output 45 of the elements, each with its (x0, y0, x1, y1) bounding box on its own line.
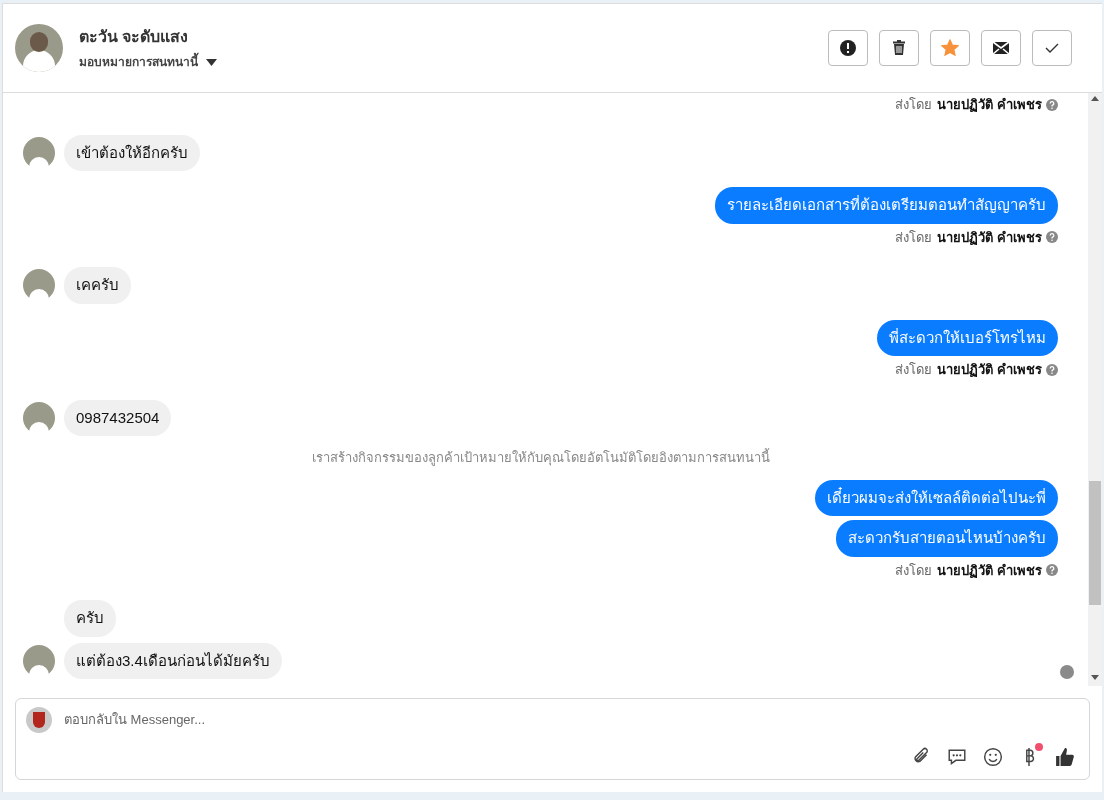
sent-message: พี่สะดวกให้เบอร์โทรไหม (877, 319, 1058, 356)
contact-name: ตะวัน จะดับแสง (79, 27, 190, 47)
sent-message: รายละเอียดเอกสารที่ต้องเตรียมตอนทำสัญญาครับ (715, 187, 1058, 224)
reply-input[interactable]: ตอบกลับใน Messenger... (64, 710, 1079, 730)
sent-by-label: ส่งโดย (895, 361, 933, 379)
alert-icon (840, 40, 856, 56)
done-button[interactable] (1032, 30, 1072, 66)
sent-message: เดี๋ยวผมจะส่งให้เซลล์ติดต่อไปนะพี่ (815, 479, 1058, 516)
received-message: เคครับ (64, 267, 131, 304)
check-icon (1045, 43, 1059, 53)
chat-bubble-icon (947, 747, 967, 767)
emoji-icon (983, 747, 1003, 767)
reply-box[interactable]: ตอบกลับใน Messenger... (15, 698, 1090, 780)
sent-message: สะดวกรับสายตอนไหนบ้างครับ (836, 520, 1058, 557)
trash-icon (893, 40, 905, 55)
scrollbar[interactable] (1088, 93, 1102, 686)
received-message: 0987432504 (64, 399, 172, 436)
sent-by-label: ส่งโดย (895, 96, 933, 114)
received-message: ครับ (64, 600, 116, 637)
scroll-down-icon[interactable] (1091, 675, 1099, 680)
delete-button[interactable] (879, 30, 919, 66)
thumbs-up-icon (1055, 747, 1075, 767)
unread-button[interactable] (981, 30, 1021, 66)
caret-icon (206, 58, 217, 66)
scroll-thumb[interactable] (1089, 481, 1101, 605)
help-icon (1046, 231, 1058, 244)
help-icon (1046, 564, 1058, 577)
avatar-photo (15, 24, 63, 72)
received-message: เข้าต้องให้อีกครับ (64, 134, 200, 171)
assign-dropdown[interactable]: มอบหมายการสนทนานี้ (79, 53, 217, 71)
help-icon (1046, 363, 1058, 376)
scroll-up-icon[interactable] (1091, 96, 1099, 101)
report-button[interactable] (828, 30, 868, 66)
sender-name: นายปฏิวัติ คำเพชร (937, 96, 1042, 114)
page-avatar-icon (26, 707, 52, 733)
sent-by-label: ส่งโดย (895, 561, 933, 580)
sender-name: นายปฏิวัติ คำเพชร (937, 361, 1042, 379)
sender-name: นายปฏิวัติ คำเพชร (937, 561, 1042, 580)
system-notice: เราสร้างกิจกรรมของลูกค้าเป้าหมายให้กับคุณโดยอัตโนมัติโดยอิงตามการสนทนานี้ (311, 448, 770, 468)
received-message: แต่ต้อง3.4เดือนก่อนได้มัยครับ (64, 642, 282, 679)
star-button[interactable] (930, 30, 970, 66)
mail-icon (992, 41, 1010, 55)
sent-by-label: ส่งโดย (895, 228, 933, 247)
help-icon (1046, 98, 1058, 111)
sender-name: นายปฏิวัติ คำเพชร (937, 228, 1042, 247)
